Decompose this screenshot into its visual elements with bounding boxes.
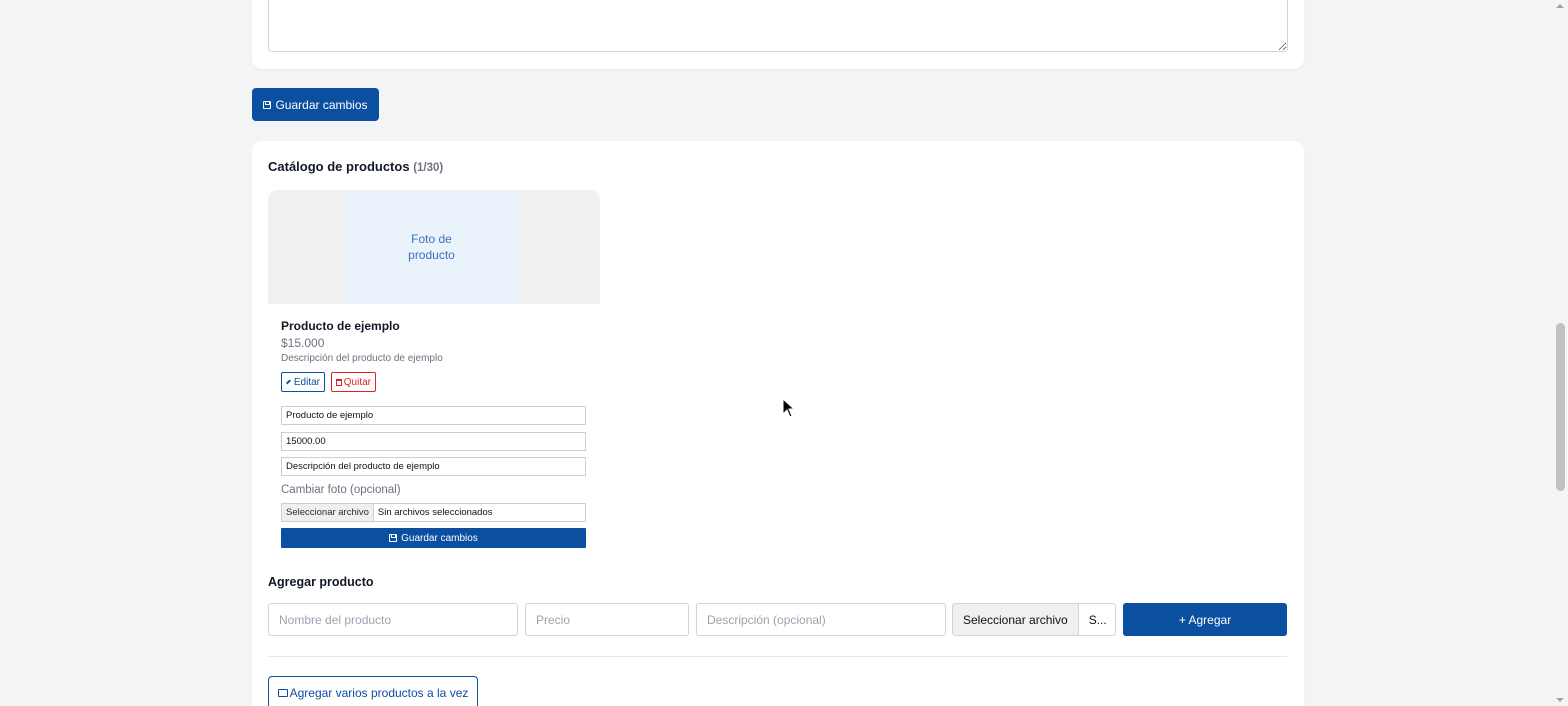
product-price: $15.000 — [281, 336, 325, 350]
save-icon — [263, 100, 272, 109]
add-product-button[interactable]: + Agregar — [1123, 603, 1287, 636]
edit-product-button[interactable]: Editar — [281, 372, 325, 392]
choose-file-button[interactable]: Seleccionar archivo — [282, 504, 374, 521]
description-textarea[interactable] — [268, 0, 1288, 52]
catalog-title-text: Catálogo de productos — [268, 159, 410, 174]
page-scrollbar[interactable] — [1553, 0, 1568, 706]
description-card — [252, 0, 1304, 69]
bulk-add-label: Agregar varios productos a la vez — [289, 685, 469, 700]
trash-icon — [336, 378, 342, 386]
edit-description-field[interactable] — [281, 457, 586, 476]
change-photo-label: Cambiar foto (opcional) — [281, 484, 401, 496]
product-description: Descripción del producto de ejemplo — [281, 353, 443, 364]
product-price-input[interactable] — [525, 603, 689, 636]
pencil-icon — [286, 379, 291, 385]
save-product-button[interactable]: Guardar cambios — [281, 528, 586, 548]
file-status: S... — [1088, 612, 1107, 627]
edit-name-field[interactable] — [281, 406, 586, 425]
scroll-up-icon[interactable] — [1556, 4, 1564, 8]
photo-placeholder-text: Foto de producto — [408, 232, 455, 262]
mouse-cursor-icon — [782, 398, 796, 418]
edit-label: Editar — [293, 376, 320, 388]
remove-label: Quitar — [343, 376, 371, 388]
scroll-down-icon[interactable] — [1556, 698, 1564, 702]
product-photo: Foto de producto — [268, 190, 600, 304]
bulk-add-button[interactable]: Agregar varios productos a la vez — [268, 676, 478, 706]
scrollbar-thumb[interactable] — [1556, 323, 1565, 491]
product-name: Producto de ejemplo — [281, 319, 400, 333]
remove-product-button[interactable]: Quitar — [331, 372, 376, 392]
save-changes-button[interactable]: Guardar cambios — [252, 88, 379, 121]
product-photo-placeholder: Foto de producto — [344, 190, 519, 304]
add-product-title: Agregar producto — [268, 575, 374, 589]
save-icon — [389, 534, 398, 542]
catalog-card: Catálogo de productos (1/30) Foto de pro… — [252, 141, 1304, 706]
product-name-input[interactable] — [268, 603, 518, 636]
catalog-count: (1/30) — [413, 162, 444, 174]
save-product-label: Guardar cambios — [401, 532, 478, 544]
product-photo-file-input[interactable]: Seleccionar archivo S... — [952, 603, 1116, 636]
product-card: Foto de producto Producto de ejemplo $15… — [268, 190, 600, 560]
save-changes-label: Guardar cambios — [275, 97, 368, 112]
product-description-input[interactable] — [696, 603, 946, 636]
change-photo-file-input[interactable]: Seleccionar archivo Sin archivos selecci… — [281, 503, 586, 522]
choose-file-button[interactable]: Seleccionar archivo — [953, 604, 1079, 635]
catalog-title: Catálogo de productos (1/30) — [268, 159, 443, 174]
file-status: Sin archivos seleccionados — [377, 507, 493, 518]
divider — [268, 656, 1287, 657]
images-icon — [277, 688, 288, 697]
edit-price-field[interactable] — [281, 432, 586, 451]
